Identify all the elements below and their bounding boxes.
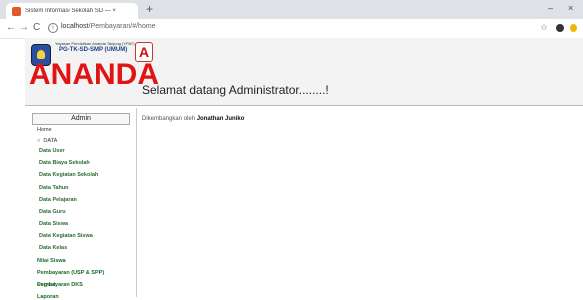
logo-main-text: ANANDA [29,58,159,91]
back-button[interactable]: ← [6,22,16,34]
main-content: Selamat datang Administrator........! Di… [137,83,583,297]
sidebar-item-data-kelas[interactable]: Data Kelas [39,245,67,251]
school-logo: Yayasan Pendidikan Ananda Tanjung (YPAT)… [25,38,161,104]
sidebar-item-data-pelajaran[interactable]: Data Pelajaran [39,197,77,203]
url-path: /Pembayaran/#/home [88,23,156,30]
tab-title: Sistem Informasi Sekolah SD — × [25,8,116,14]
reload-button[interactable]: C [33,22,40,34]
welcome-heading: Selamat datang Administrator........! [142,83,329,97]
sidebar-item-data-kegiatan-sekolah[interactable]: Data Kegiatan Sekolah [39,172,98,178]
new-tab-button[interactable]: + [146,3,153,15]
sidebar-item-logout[interactable]: Logout [37,282,56,288]
close-window-button[interactable]: × [568,3,573,13]
sidebar-item-data-guru[interactable]: Data Guru [39,209,66,215]
developer-name: Jonathan Juniko [196,116,245,122]
logo-foundation-text: Yayasan Pendidikan Ananda Tanjung (YPAT) [55,41,135,46]
sidebar-item-data: DATA [43,138,58,144]
sidebar-item-nilai-siswa[interactable]: Nilai Siswa [37,258,66,264]
forward-button[interactable]: → [19,22,29,34]
developer-prefix: Dikembangkan oleh [142,116,196,122]
sidebar-item-data-user[interactable]: Data User [39,148,65,154]
address-bar[interactable]: localhost/Pembayaran/#/home [61,23,156,30]
developer-credit: Dikembangkan oleh Jonathan Juniko [142,116,244,122]
sidebar-item-pembayaran-usp-spp[interactable]: Pembayaran (USP & SPP) [37,270,104,276]
bookmark-star-icon[interactable]: ☆ [540,22,548,33]
site-info-icon[interactable]: i [48,23,58,33]
sidebar-item-laporan[interactable]: Laporan [37,294,59,300]
logo-levels-text: PG-TK-SD-SMP (UMUM) [59,47,128,53]
extension-icon[interactable] [556,24,564,32]
sidebar-item-data-biaya-sekolah[interactable]: Data Biaya Sekolah [39,160,90,166]
browser-navbar: ← → C i localhost/Pembayaran/#/home ☆ [0,19,583,39]
minimize-button[interactable]: – [548,3,553,13]
admin-label: Admin [32,113,130,125]
sidebar-item-data-toggle[interactable]: ○ DATA [37,138,57,144]
url-host: localhost [61,23,89,30]
browser-tabbar: Sistem Informasi Sekolah SD — × + – × [0,0,583,19]
sidebar-item-data-tahun[interactable]: Data Tahun [39,185,69,191]
browser-tab[interactable]: Sistem Informasi Sekolah SD — × [6,3,138,19]
profile-avatar[interactable] [570,24,577,32]
sidebar: Admin Home ○ DATA Data User Data Biaya S… [25,108,137,300]
sidebar-item-data-siswa[interactable]: Data Siswa [39,221,68,227]
favicon-icon [12,6,21,16]
sidebar-item-data-kegiatan-siswa[interactable]: Data Kegiatan Siswa [39,233,93,239]
sidebar-item-home[interactable]: Home [37,127,52,133]
